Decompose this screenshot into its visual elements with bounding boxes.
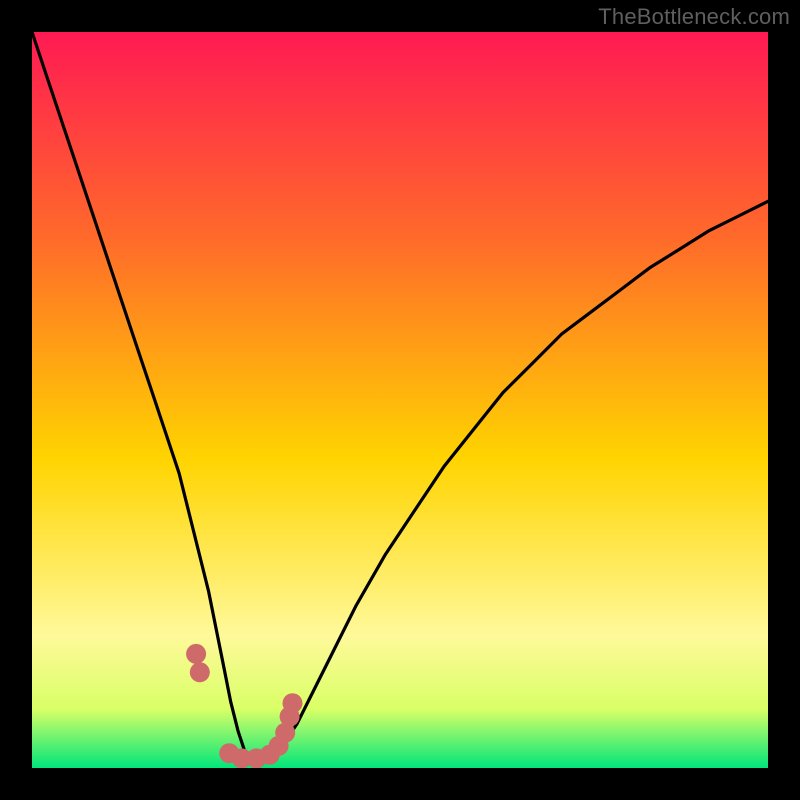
gradient-background	[32, 32, 768, 768]
chart-frame: TheBottleneck.com	[0, 0, 800, 800]
data-marker	[186, 644, 206, 664]
plot-area	[32, 32, 768, 768]
chart-svg	[32, 32, 768, 768]
data-marker	[190, 662, 210, 682]
watermark-text: TheBottleneck.com	[598, 4, 790, 30]
data-marker	[283, 693, 303, 713]
